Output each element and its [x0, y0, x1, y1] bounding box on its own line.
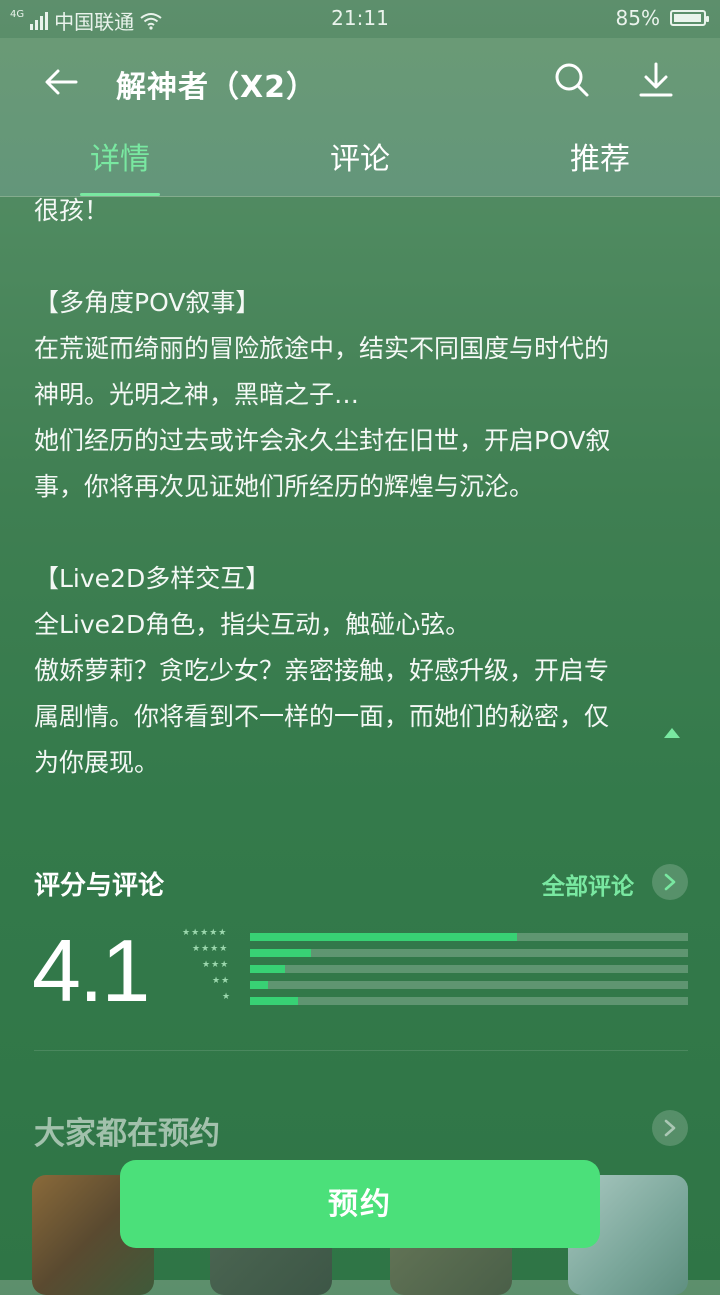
section-heading-live2d: 【Live2D多样交互】: [34, 564, 271, 593]
description-line: 她们经历的过去或许会永久尘封在旧世，开启POV叙: [34, 426, 611, 455]
rating-stars: ★★★★: [192, 944, 229, 954]
tab-details[interactable]: 详情: [0, 134, 240, 178]
app-header: 解神者（X2） 详情 评论 推荐: [0, 38, 720, 197]
clock: 21:11: [331, 6, 389, 30]
rating-row: ★★★: [160, 960, 688, 974]
battery-icon: [670, 10, 709, 26]
rating-row: ★★★★★: [160, 928, 688, 942]
description-line: 神明。光明之神，黑暗之子…: [34, 380, 360, 409]
chevron-right-icon: [664, 1119, 676, 1137]
caret-up-icon: [664, 728, 680, 738]
description-line: 属剧情。你将看到不一样的一面，而她们的秘密，仅: [34, 702, 610, 731]
tab-reviews[interactable]: 评论: [240, 134, 480, 178]
rating-stars: ★: [222, 992, 232, 1002]
status-right: 85%: [615, 6, 709, 30]
rating-bar-track: [250, 933, 688, 941]
battery-percent: 85%: [615, 6, 660, 30]
rating-bar-fill: [250, 949, 312, 957]
rating-row: ★★★★: [160, 944, 688, 958]
recommend-more-button[interactable]: [652, 1110, 688, 1146]
collapse-description-button[interactable]: [662, 725, 682, 741]
section-heading-pov: 【多角度POV叙事】: [34, 288, 261, 317]
tab-active-indicator: [80, 193, 160, 196]
tab-recommend[interactable]: 推荐: [480, 134, 720, 178]
divider: [34, 1050, 688, 1051]
download-icon: [639, 62, 673, 97]
search-button[interactable]: [552, 60, 592, 100]
rating-bar-track: [250, 997, 688, 1005]
search-icon: [555, 63, 589, 97]
description-line: 在荒诞而绮丽的冒险旅途中，结实不同国度与时代的: [34, 334, 610, 363]
rating-stars: ★★: [212, 976, 231, 986]
rating-bar-fill: [250, 933, 518, 941]
ratings-heading: 评分与评论: [34, 871, 165, 901]
rating-bar-track: [250, 949, 688, 957]
chevron-right-icon: [664, 873, 676, 891]
description-line: 全Live2D角色，指尖互动，触碰心弦。: [34, 610, 471, 639]
recommend-heading: 大家都在预约: [34, 1116, 220, 1152]
rating-bar-fill: [250, 981, 268, 989]
rating-bar-fill: [250, 997, 299, 1005]
rating-bar-track: [250, 965, 688, 973]
status-bar: 4G 中国联通 21:11 85%: [0, 0, 720, 38]
tab-bar: 详情 评论 推荐: [0, 128, 720, 196]
rating-stars: ★★★★★: [182, 928, 228, 938]
rating-row: ★★: [160, 976, 688, 990]
description-line: 为你展现。: [34, 748, 160, 777]
download-button[interactable]: [636, 60, 676, 100]
back-button[interactable]: [40, 60, 84, 104]
rating-bar-fill: [250, 965, 286, 973]
game-description: 很孩！ 【多角度POV叙事】 在荒诞而绮丽的冒险旅途中，结实不同国度与时代的 神…: [34, 188, 686, 786]
rating-stars: ★★★: [202, 960, 230, 970]
arrow-left-icon: [45, 69, 78, 95]
description-line: 傲娇萝莉？贪吃少女？亲密接触，好感升级，开启专: [34, 656, 610, 685]
rating-score: 4.1: [32, 921, 150, 1020]
reserve-button[interactable]: 预约: [120, 1160, 600, 1248]
description-line: 事，你将再次见证她们所经历的辉煌与沉沦。: [34, 472, 535, 501]
page-title: 解神者（X2）: [116, 70, 318, 105]
all-reviews-link[interactable]: 全部评论: [542, 867, 634, 901]
all-reviews-button[interactable]: [652, 864, 688, 900]
rating-row: ★: [160, 992, 688, 1006]
rating-bar-track: [250, 981, 688, 989]
